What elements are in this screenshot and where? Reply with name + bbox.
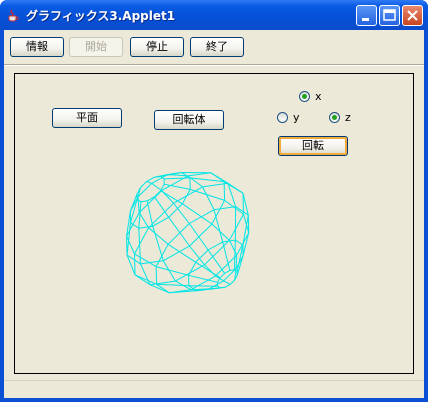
wireframe-edge	[213, 209, 224, 243]
wireframe-edge	[224, 269, 231, 274]
wireframe-edge	[219, 272, 225, 279]
wireframe-edge	[146, 176, 155, 182]
wireframe-edge	[163, 245, 190, 262]
wireframe-edge	[189, 209, 215, 224]
wireframe-edge	[138, 212, 150, 228]
applet-window: グラフィックス3.Applet1 情報 開始 停止 終了 平面 回転体 x y …	[0, 0, 428, 402]
wireframe-edge	[173, 202, 190, 224]
wireframe-edge	[151, 182, 162, 192]
wireframe-edge	[164, 177, 190, 180]
stop-button[interactable]: 停止	[130, 37, 184, 57]
wireframe-edge	[211, 200, 226, 225]
start-button[interactable]: 開始	[69, 37, 123, 57]
wireframe-edge	[195, 261, 221, 279]
info-button[interactable]: 情報	[10, 37, 64, 57]
wireframe-edge	[213, 206, 236, 211]
close-button[interactable]	[402, 5, 423, 26]
wireframe-edge	[222, 241, 231, 271]
java-cup-icon	[8, 9, 19, 22]
wireframe-edge	[224, 283, 231, 288]
wireframe-edge	[235, 239, 244, 246]
wireframe-edge	[202, 186, 215, 210]
wireframe-edge	[188, 261, 197, 276]
wireframe-edge	[134, 227, 150, 255]
wireframe-edge	[146, 200, 154, 227]
maximize-button[interactable]	[379, 5, 400, 26]
wireframe-edge	[146, 180, 152, 184]
wireframe-edge	[229, 279, 236, 285]
wireframe-solid-of-revolution	[126, 172, 250, 294]
title-bar[interactable]: グラフィックス3.Applet1	[0, 0, 428, 30]
wireframe-edge	[188, 274, 218, 283]
wireframe-edge	[188, 223, 209, 251]
wireframe-edge	[134, 253, 136, 275]
wireframe-edge	[148, 227, 169, 245]
wireframe-edge	[155, 266, 158, 285]
window-title: グラフィックス3.Applet1	[26, 9, 176, 23]
wireframe-edge	[233, 240, 236, 270]
wireframe-edge	[167, 243, 196, 263]
minimize-icon	[362, 18, 369, 21]
wireframe-edge	[211, 223, 230, 241]
wireframe-edge	[156, 283, 189, 287]
wireframe-edge	[140, 181, 148, 188]
wireframe-edge	[136, 198, 142, 203]
wireframe-edge	[242, 232, 250, 256]
toolbar-separator	[4, 64, 424, 66]
wireframe-edge	[168, 217, 190, 247]
wireframe-edge	[228, 213, 244, 241]
close-icon	[407, 10, 418, 21]
wireframe-edge	[140, 260, 164, 265]
exit-button[interactable]: 終了	[190, 37, 244, 57]
wireframe-edge	[229, 269, 235, 271]
wireframe-edge	[187, 172, 211, 177]
wireframe-edge	[138, 225, 153, 229]
toolbar: 情報 開始 停止 終了	[4, 30, 424, 62]
minimize-button[interactable]	[356, 5, 377, 26]
wireframe-edge	[140, 200, 148, 203]
wireframe-edge	[155, 244, 169, 267]
maximize-icon	[383, 9, 396, 21]
status-bar	[4, 380, 424, 398]
wireframe-edge	[235, 255, 238, 269]
wireframe-edge	[134, 253, 157, 268]
graphics-panel: 平面 回転体 x y z 回転	[14, 73, 414, 374]
wireframe-edge	[220, 286, 225, 289]
wireframe-edge	[223, 181, 226, 201]
wireframe-edge	[137, 196, 140, 213]
applet-client-area: 情報 開始 停止 終了 平面 回転体 x y z 回転	[4, 30, 424, 398]
wireframe-edge	[155, 266, 189, 276]
wireframe-edge	[210, 172, 229, 184]
wireframe-edge	[189, 223, 213, 247]
wireframe-edge	[154, 190, 162, 198]
wireframe-edge	[223, 280, 231, 285]
